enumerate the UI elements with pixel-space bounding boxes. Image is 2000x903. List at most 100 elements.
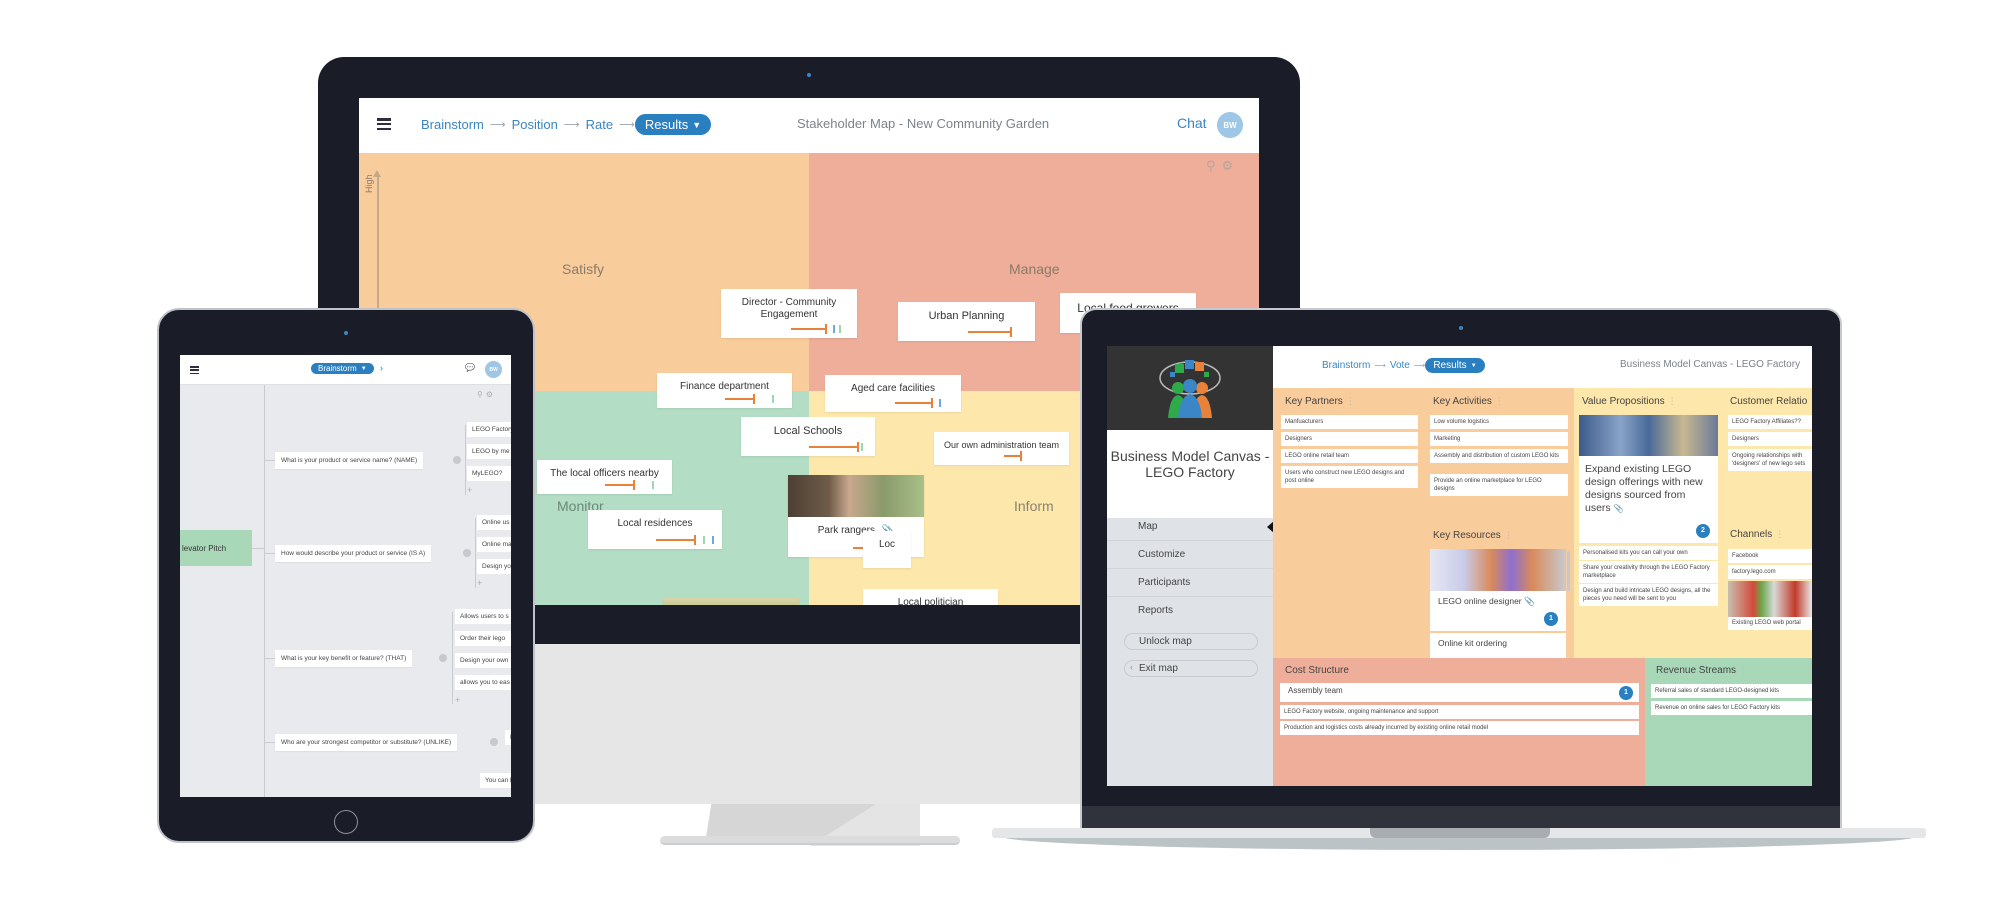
canvas-card[interactable]: Revenue on online sales for LEGO Factory… [1651,701,1812,715]
canvas-card[interactable]: Users who construct new LEGO designs and… [1281,466,1418,488]
chevron-right-icon[interactable]: › [380,363,383,373]
results-step-dropdown[interactable]: Results ▼ [634,114,712,135]
monitor-camera [807,73,811,77]
breadcrumb-brainstorm[interactable]: Brainstorm [421,117,484,132]
add-answer-icon[interactable]: + [477,578,482,588]
root-node-elevator-pitch[interactable]: levator Pitch [180,530,252,566]
canvas-card[interactable]: Designers [1728,432,1812,446]
nav-item-participants[interactable]: Participants [1138,577,1190,588]
canvas-card[interactable]: Low volume logistics [1430,415,1568,429]
stakeholder-card[interactable]: Director - Community Engagement [721,289,857,338]
stakeholder-card[interactable]: Urban Planning [898,302,1035,341]
breadcrumb-vote[interactable]: Vote [1390,360,1410,371]
scrollbar[interactable] [1567,551,1570,591]
chevron-left-icon: ‹ [1130,662,1133,672]
answer-node[interactable]: MyLEGO? [467,466,511,481]
canvas-card-featured[interactable]: LEGO online designer 📎 1 [1430,549,1566,631]
more-icon[interactable]: ⋮ [1346,396,1355,406]
answer-node[interactable]: Online ma [477,537,511,552]
stakeholder-card[interactable]: Our own administration team [934,432,1069,465]
results-step-label: Results [644,117,689,132]
canvas-card-featured[interactable]: Expand existing LEGO design offerings wi… [1579,415,1718,543]
canvas-card[interactable]: Facebook [1728,549,1812,563]
chat-link[interactable]: Chat [1177,115,1207,131]
stakeholder-card-partial[interactable]: Loc [863,531,911,568]
gear-icon[interactable]: ⚙ [486,390,493,399]
stakeholder-card[interactable]: Aged care facilities [825,375,961,412]
collapse-icon[interactable] [463,549,471,557]
more-icon[interactable]: ⋮ [1495,396,1504,406]
nav-item-reports[interactable]: Reports [1138,605,1173,616]
stakeholder-card[interactable]: Local residences [588,510,722,549]
answer-node[interactable]: LEGO by me [467,444,511,459]
more-icon[interactable]: ⋮ [1504,530,1513,540]
answer-node[interactable]: Allows users to s [455,609,511,624]
stakeholder-card[interactable]: Local Schools [741,417,875,456]
answer-node[interactable]: Online us [477,515,511,530]
column-customer-relationships: Customer Relatio [1730,396,1808,407]
unlock-map-button[interactable]: Unlock map [1124,633,1258,650]
canvas-card[interactable]: Assembly and distribution of custom LEGO… [1430,449,1568,463]
canvas-card[interactable]: Marketing [1430,432,1568,446]
nav-item-map[interactable]: Map [1138,521,1157,532]
breadcrumb-brainstorm[interactable]: Brainstorm [1322,360,1370,371]
canvas-card[interactable]: Online kit ordering [1430,633,1566,658]
answer-node[interactable]: E [505,730,511,745]
brainstorm-step-dropdown[interactable]: Brainstorm ▼ [311,363,374,374]
stakeholder-card[interactable]: Finance department [657,373,792,408]
question-node[interactable]: How would describe your product or servi… [275,545,432,562]
quadrant-label-satisfy: Satisfy [562,261,605,277]
stakeholder-card-school-kitchens[interactable]: School Kitchens 📎 [663,598,799,605]
canvas-card[interactable]: LEGO online retail team [1281,449,1418,463]
canvas-card[interactable]: Ongoing relationships with 'designers' o… [1728,449,1812,471]
canvas-card[interactable]: Share your creativity through the LEGO F… [1579,561,1718,583]
stakeholder-card[interactable]: Local politician [863,589,998,605]
search-icon[interactable]: ⚲ [1206,158,1216,174]
canvas-card[interactable]: Assembly team 1 [1280,683,1639,702]
collapse-icon[interactable] [453,456,461,464]
breadcrumb-rate[interactable]: Rate [586,117,613,132]
nav-item-customize[interactable]: Customize [1138,549,1185,560]
question-node[interactable]: What is your product or service name? (N… [275,452,424,469]
results-step-dropdown[interactable]: Results ▼ [1425,358,1485,373]
avatar[interactable]: BW [1217,112,1243,138]
card-title-row: LEGO online designer 📎 [1430,591,1566,611]
canvas-card[interactable]: Provide an online marketplace for LEGO d… [1430,474,1568,496]
chat-icon[interactable]: 💬 [465,363,475,372]
add-answer-icon[interactable]: + [455,695,460,705]
canvas-card[interactable]: Manfuacturers [1281,415,1418,429]
question-node[interactable]: What is your key benefit or feature? (TH… [275,650,413,667]
answer-node[interactable]: Design yo [477,559,511,574]
canvas-card[interactable]: Personalised kits you can call your own [1579,546,1718,560]
canvas-card[interactable]: LEGO Factory Affiliates?? [1728,415,1812,429]
avatar[interactable]: BW [485,361,502,378]
add-answer-icon[interactable]: + [467,485,472,495]
answer-node[interactable]: You can b [480,773,511,788]
more-icon[interactable]: ⋮ [1668,396,1677,406]
stakeholder-card[interactable]: The local officers nearby [537,460,672,494]
canvas-card-featured[interactable]: Existing LEGO web portal [1728,581,1812,630]
answer-node[interactable]: LEGO Factory [467,422,511,437]
exit-map-button[interactable]: ‹ Exit map [1124,660,1258,677]
answer-node[interactable]: Order their lego [455,631,511,646]
canvas-card[interactable]: Referral sales of standard LEGO-designed… [1651,684,1812,698]
hamburger-menu-icon[interactable] [190,366,199,374]
more-icon[interactable]: ⋮ [1352,665,1361,675]
collapse-icon[interactable] [439,654,447,662]
gear-icon[interactable]: ⚙ [1222,158,1234,174]
breadcrumb-position[interactable]: Position [512,117,558,132]
canvas-card[interactable]: Production and logistics costs already i… [1280,721,1639,735]
stakeholder-name: Finance department [680,381,769,392]
canvas-card[interactable]: Designers [1281,432,1418,446]
more-icon[interactable]: ⋮ [1775,529,1784,539]
canvas-card[interactable]: Design and build intricate LEGO designs,… [1579,584,1718,606]
hamburger-menu-icon[interactable] [377,118,391,130]
question-node[interactable]: Who are your strongest competitor or sub… [275,734,458,751]
collapse-icon[interactable] [490,738,498,746]
canvas-card[interactable]: factory.lego.com [1728,565,1812,579]
more-icon[interactable]: ⋮ [1739,665,1748,675]
search-icon[interactable]: ⚲ [477,390,483,399]
canvas-card[interactable]: LEGO Factory website, ongoing maintenanc… [1280,705,1639,719]
answer-node[interactable]: allows you to eas [455,675,511,690]
answer-node[interactable]: Design your own [455,653,511,668]
